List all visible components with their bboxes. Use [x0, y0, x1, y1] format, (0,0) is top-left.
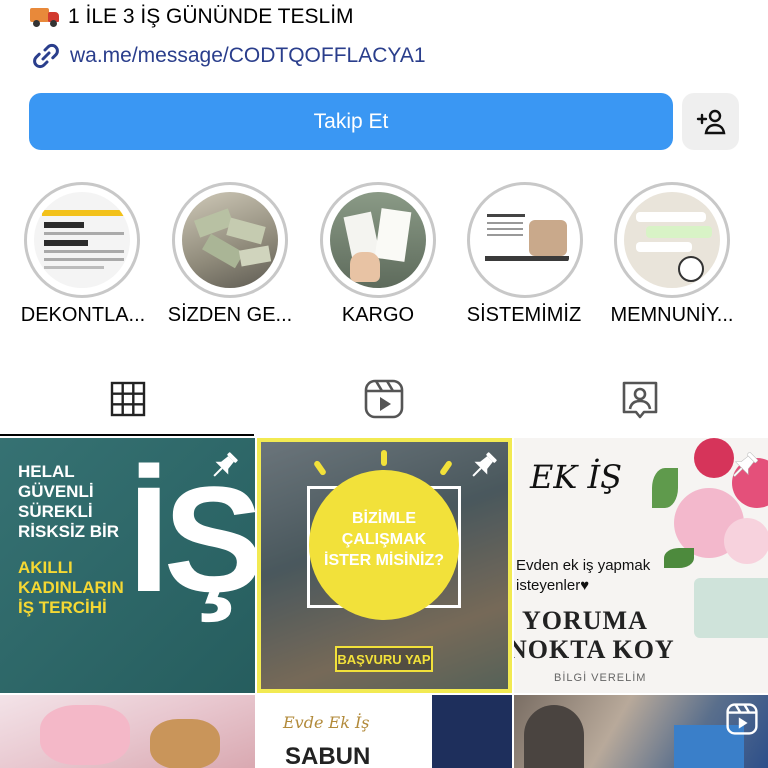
highlight-label: SİSTEMİMİZ — [466, 304, 582, 326]
tagged-icon — [622, 381, 658, 419]
highlight-memnuniyet[interactable] — [614, 182, 730, 298]
post-tile[interactable]: Evde Ek İş SABUN — [257, 695, 512, 768]
post-script-title: Evde Ek İş — [283, 713, 370, 732]
highlight-label: DEKONTLA... — [20, 304, 146, 326]
post-footer: BİLGİ VERELİM — [554, 672, 647, 684]
highlight-kargo[interactable] — [320, 182, 436, 298]
post-text-line: RİSKSİZ BİR — [18, 522, 120, 541]
bio-delivery-line: 1 İLE 3 İŞ GÜNÜNDE TESLİM — [30, 2, 354, 32]
post-headline: NOKTA KOY — [514, 635, 675, 664]
tab-tagged[interactable] — [512, 360, 768, 438]
post-subtitle: Evden ek iş yapmak isteyenler♥ — [516, 557, 651, 594]
active-tab-indicator — [0, 434, 254, 436]
suggest-users-button[interactable] — [682, 93, 739, 150]
post-tile[interactable]: BİZİMLE ÇALIŞMAK İSTER MİSİNİZ? BAŞVURU … — [257, 438, 512, 693]
profile-tabs — [0, 360, 768, 438]
post-text-line: AKILLI — [18, 558, 73, 577]
post-script-title: EK İŞ — [530, 458, 622, 496]
highlight-label: SİZDEN GE... — [167, 304, 293, 326]
post-text-line: BİZİMLE — [352, 510, 416, 527]
grid-icon — [110, 381, 146, 417]
reels-icon — [364, 379, 404, 419]
highlight-sistemimiz[interactable] — [467, 182, 583, 298]
pin-icon — [213, 452, 238, 477]
highlight-label: MEMNUNİY... — [610, 304, 734, 326]
highlight-dekontlar[interactable] — [24, 182, 140, 298]
post-tile[interactable] — [0, 695, 255, 768]
tab-grid[interactable] — [0, 360, 256, 438]
post-text-line: SÜREKLİ — [18, 502, 93, 521]
post-tile[interactable]: EK İŞ Evden ek iş yapmak isteyenler♥ YOR… — [514, 438, 768, 693]
post-text-line: İŞ TERCİHİ — [18, 598, 107, 617]
post-text-line: ÇALIŞMAK — [341, 531, 427, 548]
post-tile[interactable] — [514, 695, 768, 768]
post-headline: YORUMA — [522, 606, 648, 635]
post-text-line: HELAL — [18, 462, 75, 481]
post-tile[interactable]: HELAL GÜVENLİ SÜREKLİ RİSKSİZ BİR AKILLI… — [0, 438, 255, 693]
highlight-sizden-gelenler[interactable] — [172, 182, 288, 298]
follow-button[interactable]: Takip Et — [29, 93, 673, 150]
add-user-icon — [696, 109, 725, 134]
bio-link-text[interactable]: wa.me/message/CODTQOFFLACYA1 — [70, 44, 426, 68]
post-text-line: İSTER MİSİNİZ? — [324, 552, 444, 569]
pin-icon — [733, 452, 758, 477]
apply-badge: BAŞVURU YAP — [335, 646, 433, 672]
pin-icon — [472, 452, 497, 477]
reels-icon — [726, 703, 758, 735]
post-text-line: GÜVENLİ — [18, 482, 94, 501]
bio-delivery-text: 1 İLE 3 İŞ GÜNÜNDE TESLİM — [68, 5, 354, 28]
link-icon — [33, 43, 59, 69]
tab-reels[interactable] — [256, 360, 512, 438]
truck-icon — [30, 6, 60, 28]
post-headline: SABUN — [285, 743, 371, 768]
post-text-line: KADINLARIN — [18, 578, 124, 597]
highlight-label: KARGO — [341, 304, 415, 326]
bio-link[interactable]: wa.me/message/CODTQOFFLACYA1 — [30, 40, 426, 72]
